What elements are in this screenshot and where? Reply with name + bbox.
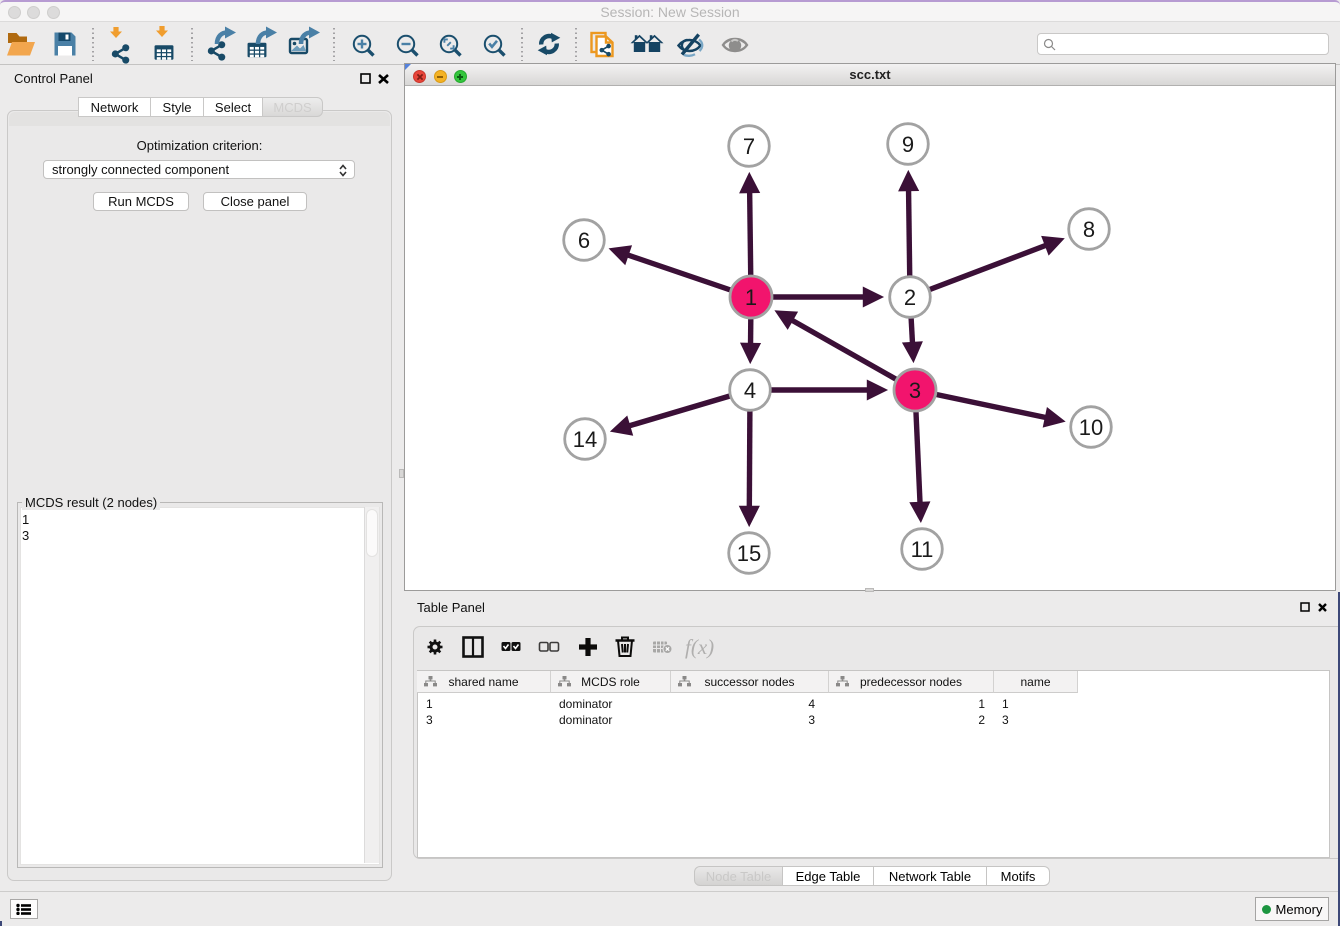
svg-text:7: 7 (743, 134, 755, 159)
svg-text:6: 6 (578, 228, 590, 253)
svg-text:3: 3 (909, 378, 921, 403)
svg-text:9: 9 (902, 132, 914, 157)
svg-text:1: 1 (745, 285, 757, 310)
svg-text:4: 4 (744, 378, 756, 403)
svg-text:11: 11 (911, 537, 934, 562)
svg-text:2: 2 (904, 285, 916, 310)
svg-text:14: 14 (573, 427, 597, 452)
svg-text:8: 8 (1083, 217, 1095, 242)
svg-text:10: 10 (1079, 415, 1103, 440)
svg-text:15: 15 (737, 541, 761, 566)
svg-text:f(x): f(x) (685, 635, 714, 659)
